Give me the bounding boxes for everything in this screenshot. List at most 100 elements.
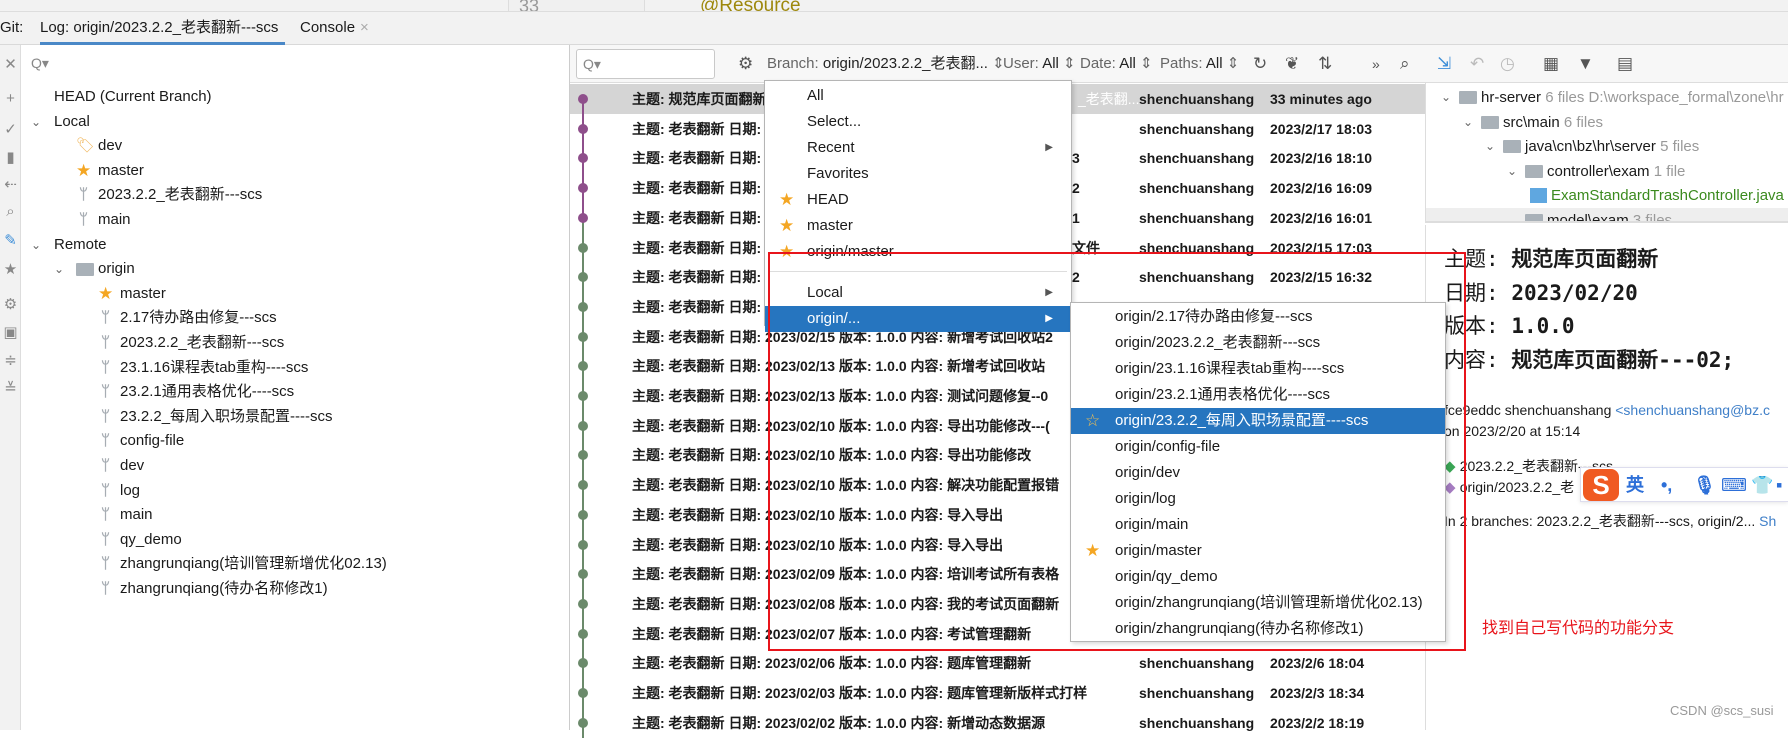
tree-remote-branch[interactable]: ᛘ 23.2.1通用表格优化----scs bbox=[21, 380, 570, 404]
submenu-item[interactable]: origin/main bbox=[1071, 512, 1445, 538]
close-icon[interactable]: × bbox=[360, 12, 369, 45]
skin-icon[interactable]: 👕 bbox=[1751, 468, 1773, 502]
keyboard-icon[interactable]: ⌨ bbox=[1721, 468, 1747, 502]
tree-local-branch[interactable]: ᛘ main bbox=[21, 208, 570, 232]
undo-icon[interactable]: ↶ bbox=[1470, 45, 1484, 83]
submenu-item[interactable]: origin/qy_demo bbox=[1071, 564, 1445, 590]
menu-item[interactable]: Local ▶ bbox=[765, 280, 1071, 306]
collapse-icon[interactable]: ≚ bbox=[0, 379, 21, 397]
chevron-down-icon[interactable]: ⌄ bbox=[31, 110, 41, 134]
commit-row[interactable]: 主题: 老表翻新 日期: 2023/02/02 版本: 1.0.0 内容: 新增… bbox=[570, 707, 1425, 738]
tree-remote-branch[interactable]: ᛘ 2.17待办路由修复---scs bbox=[21, 306, 570, 330]
menu-item[interactable]: Favorites bbox=[765, 161, 1071, 187]
chevron-down-icon[interactable]: ⌄ bbox=[1507, 208, 1517, 221]
gear-icon[interactable]: ⚙ bbox=[0, 295, 21, 313]
chevron-down-icon[interactable]: ⌄ bbox=[31, 233, 41, 257]
paths-filter[interactable]: Paths: All ⇕ bbox=[1160, 45, 1239, 83]
collapse-arrows-icon[interactable]: ⇲ bbox=[1437, 45, 1451, 83]
menu-item[interactable]: ★ HEAD bbox=[765, 187, 1071, 213]
menu-item[interactable]: origin/... ▶ bbox=[765, 306, 1071, 332]
group-by-icon[interactable]: ▦ bbox=[1543, 45, 1559, 83]
file-tree-row[interactable]: ⌄ controller\exam 1 file bbox=[1426, 159, 1788, 184]
tree-head[interactable]: HEAD (Current Branch) bbox=[21, 85, 570, 109]
tree-remote-branch[interactable]: ᛘ qy_demo bbox=[21, 528, 570, 552]
tree-remote-branch[interactable]: ᛘ zhangrunqiang(待办名称修改1) bbox=[21, 577, 570, 601]
layout-icon[interactable]: ▤ bbox=[1617, 45, 1633, 83]
submenu-item[interactable]: origin/config-file bbox=[1071, 434, 1445, 460]
file-tree-row[interactable]: ExamStandardTrashController.java bbox=[1426, 183, 1788, 208]
expand-icon[interactable]: ≑ bbox=[0, 351, 21, 369]
user-filter[interactable]: User: All ⇕ bbox=[1003, 45, 1076, 83]
tree-remote-branch[interactable]: ᛘ 23.2.2_每周入职场景配置----scs bbox=[21, 405, 570, 429]
file-tree-row[interactable]: ⌄ model\exam 3 files bbox=[1426, 208, 1788, 221]
file-tree-row[interactable]: ⌄ src\main 6 files bbox=[1426, 110, 1788, 135]
tree-local[interactable]: ⌄ Local bbox=[21, 110, 570, 134]
submenu-item[interactable]: origin/log bbox=[1071, 486, 1445, 512]
chevron-down-icon[interactable]: ⌄ bbox=[54, 257, 64, 281]
ime-lang[interactable]: 英 bbox=[1626, 468, 1644, 502]
tab-console[interactable]: Console bbox=[300, 12, 355, 45]
menu-item[interactable]: ★ origin/master bbox=[765, 239, 1071, 265]
gear-icon[interactable]: ⚙ bbox=[738, 45, 753, 83]
tree-local-branch[interactable]: ᛘ 2023.2.2_老表翻新---scs bbox=[21, 183, 570, 207]
chevron-down-icon[interactable]: ⌄ bbox=[1507, 159, 1517, 184]
more-button[interactable]: » bbox=[1372, 45, 1380, 83]
trash-icon[interactable]: ▮ bbox=[0, 148, 21, 166]
merge-icon[interactable]: ⇠ bbox=[0, 175, 21, 193]
tree-remote-branch[interactable]: ᛘ log bbox=[21, 479, 570, 503]
panel-icon[interactable]: ▣ bbox=[0, 323, 21, 341]
filter-icon[interactable]: ▼ bbox=[1577, 45, 1594, 83]
tree-local-branch[interactable]: ★ master bbox=[21, 159, 570, 183]
submenu-item[interactable]: origin/2.17待办路由修复---scs bbox=[1071, 304, 1445, 330]
tree-remote-branch[interactable]: ᛘ 2023.2.2_老表翻新---scs bbox=[21, 331, 570, 355]
menu-item[interactable]: All bbox=[765, 83, 1071, 109]
tree-remote-branch[interactable]: ᛘ main bbox=[21, 503, 570, 527]
star-icon[interactable]: ★ bbox=[0, 260, 21, 278]
mic-icon[interactable]: 🎙 bbox=[1693, 468, 1716, 502]
submenu-item[interactable]: origin/2023.2.2_老表翻新---scs bbox=[1071, 330, 1445, 356]
tree-remote-branch[interactable]: ᛘ 23.1.16课程表tab重构----scs bbox=[21, 356, 570, 380]
tab-log[interactable]: Log: origin/2023.2.2_老表翻新---scs bbox=[40, 12, 285, 45]
apps-icon[interactable]: ▪ bbox=[1776, 468, 1782, 502]
menu-item[interactable]: Recent ▶ bbox=[765, 135, 1071, 161]
branch-search-input[interactable]: Q▾ bbox=[25, 49, 565, 79]
check-icon[interactable]: ✓ bbox=[0, 120, 21, 138]
chevron-down-icon[interactable]: ⌄ bbox=[1463, 110, 1473, 135]
submenu-item[interactable]: origin/zhangrunqiang(培训管理新增优化02.13) bbox=[1071, 590, 1445, 616]
submenu-item[interactable]: origin/23.2.1通用表格优化----scs bbox=[1071, 382, 1445, 408]
tree-remote-branch[interactable]: ᛘ config-file bbox=[21, 429, 570, 453]
submenu-item[interactable]: ★ origin/master bbox=[1071, 538, 1445, 564]
submenu-item[interactable]: ☆ origin/23.2.2_每周入职场景配置----scs bbox=[1071, 408, 1445, 434]
ime-punct[interactable]: •, bbox=[1661, 468, 1672, 502]
plus-icon[interactable]: + bbox=[0, 90, 21, 107]
commit-row[interactable]: 主题: 老表翻新 日期: 2023/02/06 版本: 1.0.0 内容: 题库… bbox=[570, 648, 1425, 679]
file-tree-row[interactable]: ⌄ java\cn\bz\hr\server 5 files bbox=[1426, 134, 1788, 159]
refresh-icon[interactable]: ↻ bbox=[1253, 45, 1267, 83]
log-search-input[interactable]: Q▾ bbox=[576, 49, 715, 79]
author-email[interactable]: <shenchuanshang@bz.c bbox=[1615, 402, 1770, 418]
tree-remote-branch[interactable]: ᛘ zhangrunqiang(培训管理新增优化02.13) bbox=[21, 552, 570, 576]
search-icon[interactable]: ⌕ bbox=[0, 203, 21, 220]
search-icon[interactable]: ⌕ bbox=[1400, 45, 1410, 83]
date-filter[interactable]: Date: All ⇕ bbox=[1080, 45, 1153, 83]
cherry-pick-icon[interactable]: ❦ bbox=[1285, 45, 1299, 83]
tree-remote-branch[interactable]: ★ master bbox=[21, 282, 570, 306]
branch-filter[interactable]: Branch: origin/2023.2.2_老表翻... ⇕ bbox=[767, 45, 1005, 83]
submenu-item[interactable]: origin/zhangrunqiang(待办名称修改1) bbox=[1071, 616, 1445, 642]
file-tree-row[interactable]: ⌄ hr-server 6 files D:\workspace_formal\z… bbox=[1426, 85, 1788, 110]
chevron-down-icon[interactable]: ⌄ bbox=[1441, 85, 1451, 110]
tree-local-branch[interactable]: 🏷︎ dev bbox=[21, 134, 570, 158]
menu-item[interactable]: ★ master bbox=[765, 213, 1071, 239]
tree-remote-branch[interactable]: ᛘ dev bbox=[21, 454, 570, 478]
show-all-link[interactable]: Sh bbox=[1759, 513, 1776, 529]
submenu-item[interactable]: origin/23.1.16课程表tab重构----scs bbox=[1071, 356, 1445, 382]
chevron-down-icon[interactable]: ⌄ bbox=[1485, 134, 1495, 159]
history-icon[interactable]: ◷ bbox=[1500, 45, 1515, 83]
edit-icon[interactable]: ✎ bbox=[0, 231, 21, 249]
submenu-item[interactable]: origin/dev bbox=[1071, 460, 1445, 486]
sort-icon[interactable]: ⇅ bbox=[1318, 45, 1332, 83]
tree-remote[interactable]: ⌄ Remote bbox=[21, 233, 570, 257]
menu-item[interactable]: Select... bbox=[765, 109, 1071, 135]
commit-row[interactable]: 主题: 老表翻新 日期: 2023/02/03 版本: 1.0.0 内容: 题库… bbox=[570, 678, 1425, 708]
close-icon[interactable]: ✕ bbox=[0, 55, 21, 73]
